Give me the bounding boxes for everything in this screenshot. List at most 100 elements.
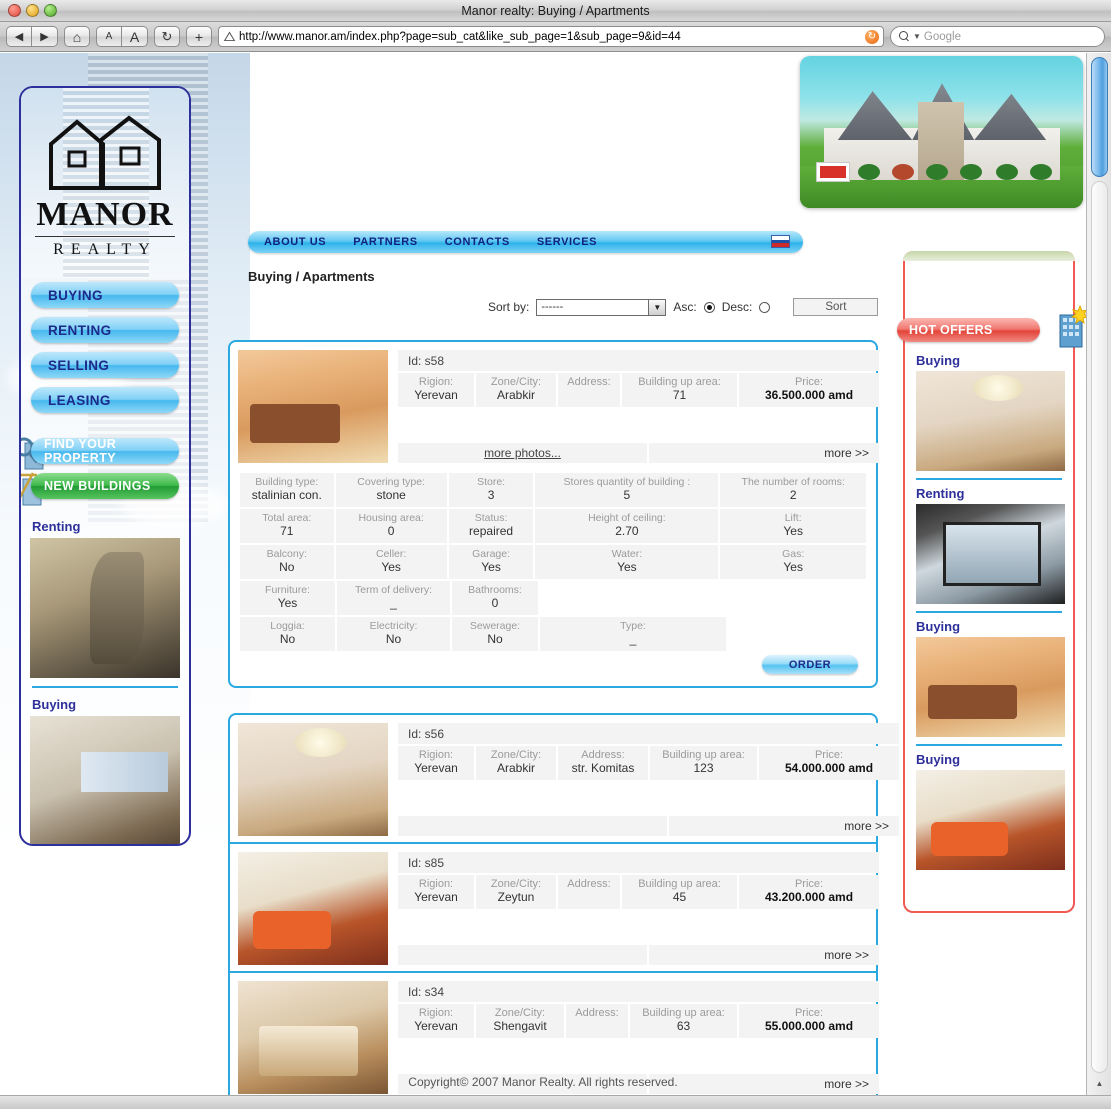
- chevron-down-icon[interactable]: ▼: [648, 299, 666, 315]
- field-address: Address:: [566, 1004, 628, 1038]
- more-link[interactable]: more >>: [824, 948, 869, 962]
- more-link[interactable]: more >>: [824, 446, 869, 460]
- text-smaller-icon[interactable]: A: [96, 26, 122, 47]
- add-icon[interactable]: +: [186, 26, 212, 47]
- listing-photo[interactable]: [238, 723, 388, 836]
- promo-photo-buying[interactable]: [30, 716, 180, 844]
- listing-photo[interactable]: [238, 852, 388, 965]
- field-key: Address:: [567, 878, 611, 890]
- spec-value: 0: [387, 524, 395, 538]
- spec-term-of-delivery: Term of delivery: _: [337, 581, 450, 615]
- divider: [916, 611, 1062, 613]
- sidebar-item-leasing[interactable]: LEASING: [31, 387, 179, 413]
- field-value: 45: [672, 890, 687, 904]
- spec-number-of-rooms: The number of rooms: 2: [720, 473, 866, 507]
- more-photos-link[interactable]: more photos...: [484, 446, 561, 460]
- spec-key: Gas:: [782, 548, 805, 560]
- chevron-down-icon[interactable]: ▼: [913, 32, 921, 41]
- spec-value: No: [279, 632, 296, 646]
- text-larger-icon[interactable]: A: [122, 26, 148, 47]
- field-rigion: Rigion: Yerevan: [398, 875, 474, 909]
- spec-water: Water: Yes: [535, 545, 719, 579]
- spec-value: 3: [487, 488, 495, 502]
- spec-celler: Celler: Yes: [335, 545, 447, 579]
- field-value: Arabkir: [496, 388, 535, 402]
- spec-key: Housing area:: [358, 512, 424, 524]
- sidebar-item-renting[interactable]: RENTING: [31, 317, 179, 343]
- url-text: http://www.manor.am/index.php?page=sub_c…: [239, 30, 681, 43]
- spec-key: Celler:: [375, 548, 407, 560]
- spec-row: Loggia: No Electricity: No Sewerage: No: [240, 617, 866, 651]
- more-link-cell[interactable]: more >>: [669, 816, 899, 836]
- sidebar-item-buying[interactable]: BUYING: [31, 282, 179, 308]
- footer-copyright: Copyright© 2007 Manor Realty. All rights…: [408, 1075, 678, 1089]
- field-address: Address:: [558, 373, 620, 407]
- listing-fields: Rigion: Yerevan Zone/City: Zeytun Addres…: [398, 875, 879, 909]
- text-size-group[interactable]: A A: [96, 26, 148, 47]
- reload-icon[interactable]: ↻: [154, 26, 180, 47]
- sort-by-select[interactable]: ------ ▼: [536, 298, 667, 316]
- site-logo[interactable]: MANOR REALTY: [21, 88, 189, 278]
- scrollbar-thumb[interactable]: [1091, 57, 1108, 177]
- field-price: Price: 43.200.000 amd: [739, 875, 879, 909]
- scroll-up-icon[interactable]: ▲: [1091, 1075, 1108, 1091]
- field-value: 71: [672, 388, 687, 402]
- more-link[interactable]: more >>: [844, 819, 889, 833]
- nav-button-group[interactable]: ◀ ▶: [6, 26, 58, 47]
- hot-offer-photo[interactable]: [916, 371, 1065, 471]
- russian-flag-icon[interactable]: [771, 235, 790, 248]
- hot-offer-photo[interactable]: [916, 504, 1065, 604]
- nav-services[interactable]: SERVICES: [537, 236, 597, 248]
- desc-label: Desc:: [721, 300, 753, 314]
- stop-reload-icon[interactable]: ↻: [865, 29, 879, 44]
- spec-sewerage: Sewerage: No: [452, 617, 538, 651]
- order-button[interactable]: ORDER: [762, 655, 858, 674]
- search-input[interactable]: ▼ Google: [890, 26, 1105, 47]
- address-bar[interactable]: http://www.manor.am/index.php?page=sub_c…: [218, 26, 884, 47]
- more-link-cell[interactable]: more >>: [649, 945, 879, 965]
- find-your-property-button[interactable]: FIND YOUR PROPERTY: [31, 437, 179, 465]
- sidebar-item-label: SELLING: [48, 357, 110, 373]
- nav-about-us[interactable]: ABOUT US: [264, 236, 326, 248]
- field-key: Building up area:: [642, 1007, 725, 1019]
- forward-icon[interactable]: ▶: [32, 26, 58, 47]
- scrollbar-track[interactable]: [1091, 181, 1108, 1073]
- hot-offer-photo[interactable]: [916, 637, 1065, 737]
- field-key: Price:: [794, 1007, 824, 1019]
- desc-radio[interactable]: [759, 301, 771, 313]
- field-value: 36.500.000 amd: [764, 388, 854, 402]
- listing-photo[interactable]: [238, 350, 388, 463]
- hot-offer-photo[interactable]: [916, 770, 1065, 870]
- vertical-scrollbar[interactable]: ▲ ▼: [1086, 53, 1111, 1109]
- spec-value: stone: [376, 488, 406, 502]
- asc-radio[interactable]: [703, 301, 715, 313]
- listing-row: Id: s85 Rigion: Yerevan Zone/City: Zeytu…: [230, 844, 879, 965]
- search-icon: [899, 31, 910, 42]
- spec-value: Yes: [277, 596, 298, 610]
- back-icon[interactable]: ◀: [6, 26, 32, 47]
- hero-house-photo: [800, 56, 1083, 208]
- spec-value: 2: [789, 488, 797, 502]
- browser-toolbar: ◀ ▶ ⌂ A A ↻ + http://www.manor.am/index.…: [0, 22, 1111, 52]
- nav-contacts[interactable]: CONTACTS: [445, 236, 510, 248]
- nav-partners[interactable]: PARTNERS: [353, 236, 418, 248]
- home-icon[interactable]: ⌂: [64, 26, 90, 47]
- field-building-up-area: Building up area: 123: [650, 746, 757, 780]
- sort-by-label: Sort by:: [488, 300, 530, 314]
- spec-total-area: Total area: 71: [240, 509, 334, 543]
- breadcrumb: Buying / Apartments: [248, 269, 375, 284]
- for-sale-sign: [816, 162, 850, 182]
- field-value: Yerevan: [414, 761, 458, 775]
- promo-title-buying: Buying: [32, 697, 77, 712]
- more-link-cell[interactable]: more >>: [649, 443, 879, 463]
- spacer-cell: [398, 816, 667, 836]
- sort-button[interactable]: Sort: [793, 298, 879, 316]
- sidebar-nav: BUYING RENTING SELLING LEASING: [21, 282, 189, 413]
- field-value: Yerevan: [414, 1019, 458, 1033]
- promo-photo-renting[interactable]: [30, 538, 180, 678]
- new-buildings-button[interactable]: NEW BUILDINGS: [31, 473, 179, 499]
- field-key: Rigion:: [418, 878, 454, 890]
- sidebar-item-selling[interactable]: SELLING: [31, 352, 179, 378]
- field-price: Price: 54.000.000 amd: [759, 746, 899, 780]
- house-logo-icon: [21, 114, 189, 197]
